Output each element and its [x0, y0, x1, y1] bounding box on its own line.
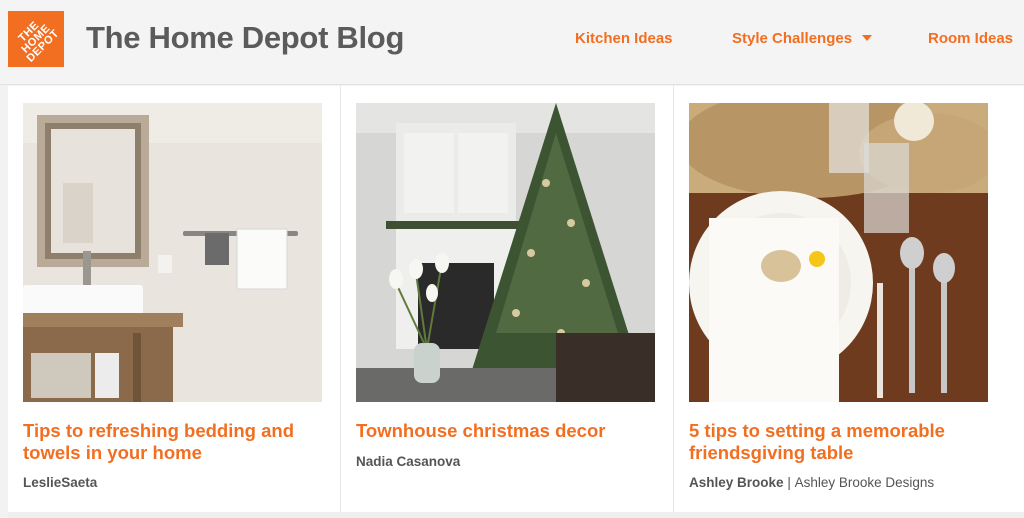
post-image-christmas[interactable]: [356, 103, 655, 402]
post-title[interactable]: Tips to refreshing bedding and towels in…: [23, 420, 333, 464]
grid-bottom-divider: [8, 512, 1024, 518]
nav-style-challenges-label: Style Challenges: [732, 30, 853, 47]
post-author[interactable]: Nadia Casanova: [356, 454, 460, 469]
post-image-bathroom[interactable]: [23, 103, 322, 402]
nav-room-ideas[interactable]: Room Ideas: [928, 30, 1013, 47]
nav-kitchen-ideas-label: Kitchen Ideas: [575, 30, 673, 47]
chevron-down-icon: [862, 35, 873, 41]
site-header: THE HOME DEPOT The Home Depot Blog Kitch…: [0, 0, 1024, 85]
post-card[interactable]: Townhouse christmas decor Nadia Casanova: [341, 86, 674, 518]
bathroom-image: [23, 103, 322, 402]
post-author-name[interactable]: Ashley Brooke: [689, 475, 784, 490]
post-title[interactable]: 5 tips to setting a memorable friendsgiv…: [689, 420, 999, 464]
post-card[interactable]: 5 tips to setting a memorable friendsgiv…: [674, 86, 1024, 518]
blog-title[interactable]: The Home Depot Blog: [86, 20, 404, 56]
friendsgiving-table-image: [689, 103, 988, 402]
home-depot-logo[interactable]: THE HOME DEPOT: [8, 11, 64, 67]
author-separator: |: [787, 475, 791, 490]
post-image-friendsgiving[interactable]: [689, 103, 988, 402]
nav-kitchen-ideas[interactable]: Kitchen Ideas: [575, 30, 673, 47]
nav-style-challenges[interactable]: Style Challenges: [732, 30, 873, 47]
logo-text: THE HOME DEPOT: [16, 19, 62, 65]
post-author[interactable]: LeslieSaeta: [23, 475, 97, 490]
post-card[interactable]: Tips to refreshing bedding and towels in…: [8, 86, 341, 518]
post-grid: Tips to refreshing bedding and towels in…: [8, 86, 1024, 518]
post-author-company[interactable]: Ashley Brooke Designs: [795, 475, 935, 490]
nav-room-ideas-label: Room Ideas: [928, 30, 1014, 47]
post-title[interactable]: Townhouse christmas decor: [356, 420, 666, 442]
post-author: Ashley Brooke | Ashley Brooke Designs: [689, 475, 934, 490]
christmas-tree-image: [356, 103, 655, 402]
